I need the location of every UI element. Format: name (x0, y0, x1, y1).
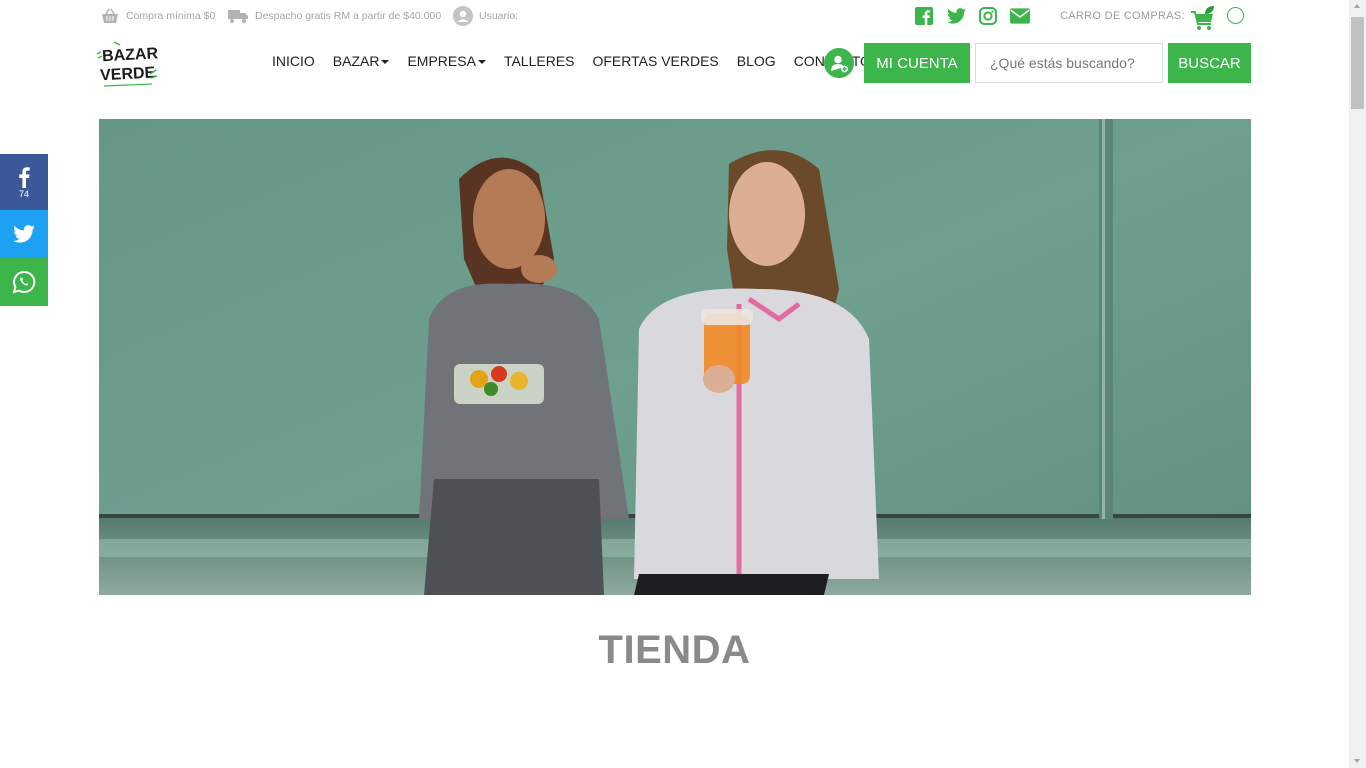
user-circle-icon (453, 6, 473, 26)
scrollbar[interactable] (1349, 0, 1366, 768)
hero-image (99, 119, 1251, 595)
nav-talleres[interactable]: TALLERES (504, 53, 575, 69)
svg-text:BAZAR: BAZAR (102, 45, 158, 65)
facebook-icon[interactable] (914, 6, 934, 26)
share-facebook-button[interactable]: 74 (0, 154, 48, 210)
shipping-info: Despacho gratis RM a partir de $40.000 (227, 4, 441, 28)
scroll-up-arrow-icon[interactable] (1354, 4, 1360, 8)
min-purchase-info: Compra mínima $0 (100, 4, 215, 28)
envelope-icon[interactable] (1010, 6, 1030, 26)
whatsapp-icon (12, 270, 36, 294)
page: Compra mínima $0 Despacho gratis RM a pa… (0, 0, 1349, 768)
nav-empresa[interactable]: EMPRESA (407, 53, 486, 69)
cart-icon[interactable] (1189, 5, 1217, 38)
user-label: Usuario: (479, 10, 519, 22)
search-input[interactable] (975, 43, 1163, 83)
instagram-icon[interactable] (978, 6, 998, 26)
my-account-button[interactable]: MI CUENTA (864, 43, 970, 83)
add-user-button[interactable] (824, 48, 854, 78)
scroll-down-arrow-icon[interactable] (1354, 759, 1360, 763)
nav-bazar-label: BAZAR (332, 53, 380, 69)
scrollbar-thumb[interactable] (1351, 17, 1364, 109)
basket-icon (102, 8, 118, 23)
nav-bazar[interactable]: BAZAR (333, 53, 390, 69)
nav-inicio-label: INICIO (272, 53, 315, 69)
twitter-icon[interactable] (946, 6, 966, 26)
search-button[interactable]: BUSCAR (1168, 43, 1251, 83)
shipping-text: Despacho gratis RM a partir de $40.000 (255, 10, 442, 22)
nav-blog[interactable]: BLOG (737, 53, 776, 69)
nav-ofertas-verdes-label: OFERTAS VERDES (592, 53, 719, 69)
nav-blog-label: BLOG (736, 53, 776, 69)
svg-text:VERDE: VERDE (100, 64, 156, 84)
social-share-bar: 74 (0, 154, 48, 306)
truck-icon (228, 10, 248, 23)
caret-down-icon (381, 60, 390, 64)
nav-inicio[interactable]: INICIO (272, 53, 315, 69)
facebook-icon (19, 166, 30, 188)
bazar-verde-logo[interactable]: BAZAR VERDE (96, 40, 159, 92)
nav-empresa-label: EMPRESA (407, 53, 476, 69)
twitter-icon (13, 225, 35, 243)
facebook-share-count: 74 (18, 188, 29, 199)
nav-talleres-label: TALLERES (503, 53, 575, 69)
min-purchase-text: Compra mínima $0 (126, 10, 216, 22)
main-nav: INICIO BAZAR EMPRESA TALLERES OFERTAS VE… (272, 53, 889, 69)
cart-label: CARRO DE COMPRAS: (1060, 10, 1185, 22)
page-title: TIENDA (598, 628, 751, 672)
top-bar: Compra mínima $0 Despacho gratis RM a pa… (99, 4, 1251, 30)
caret-down-icon (477, 60, 486, 64)
social-links (914, 6, 1030, 26)
share-whatsapp-button[interactable] (0, 258, 48, 306)
nav-ofertas-verdes[interactable]: OFERTAS VERDES (592, 53, 718, 69)
add-user-icon (831, 55, 848, 73)
cart-count-badge[interactable] (1227, 7, 1244, 24)
share-twitter-button[interactable] (0, 210, 48, 258)
user-info[interactable]: Usuario: (453, 4, 518, 28)
